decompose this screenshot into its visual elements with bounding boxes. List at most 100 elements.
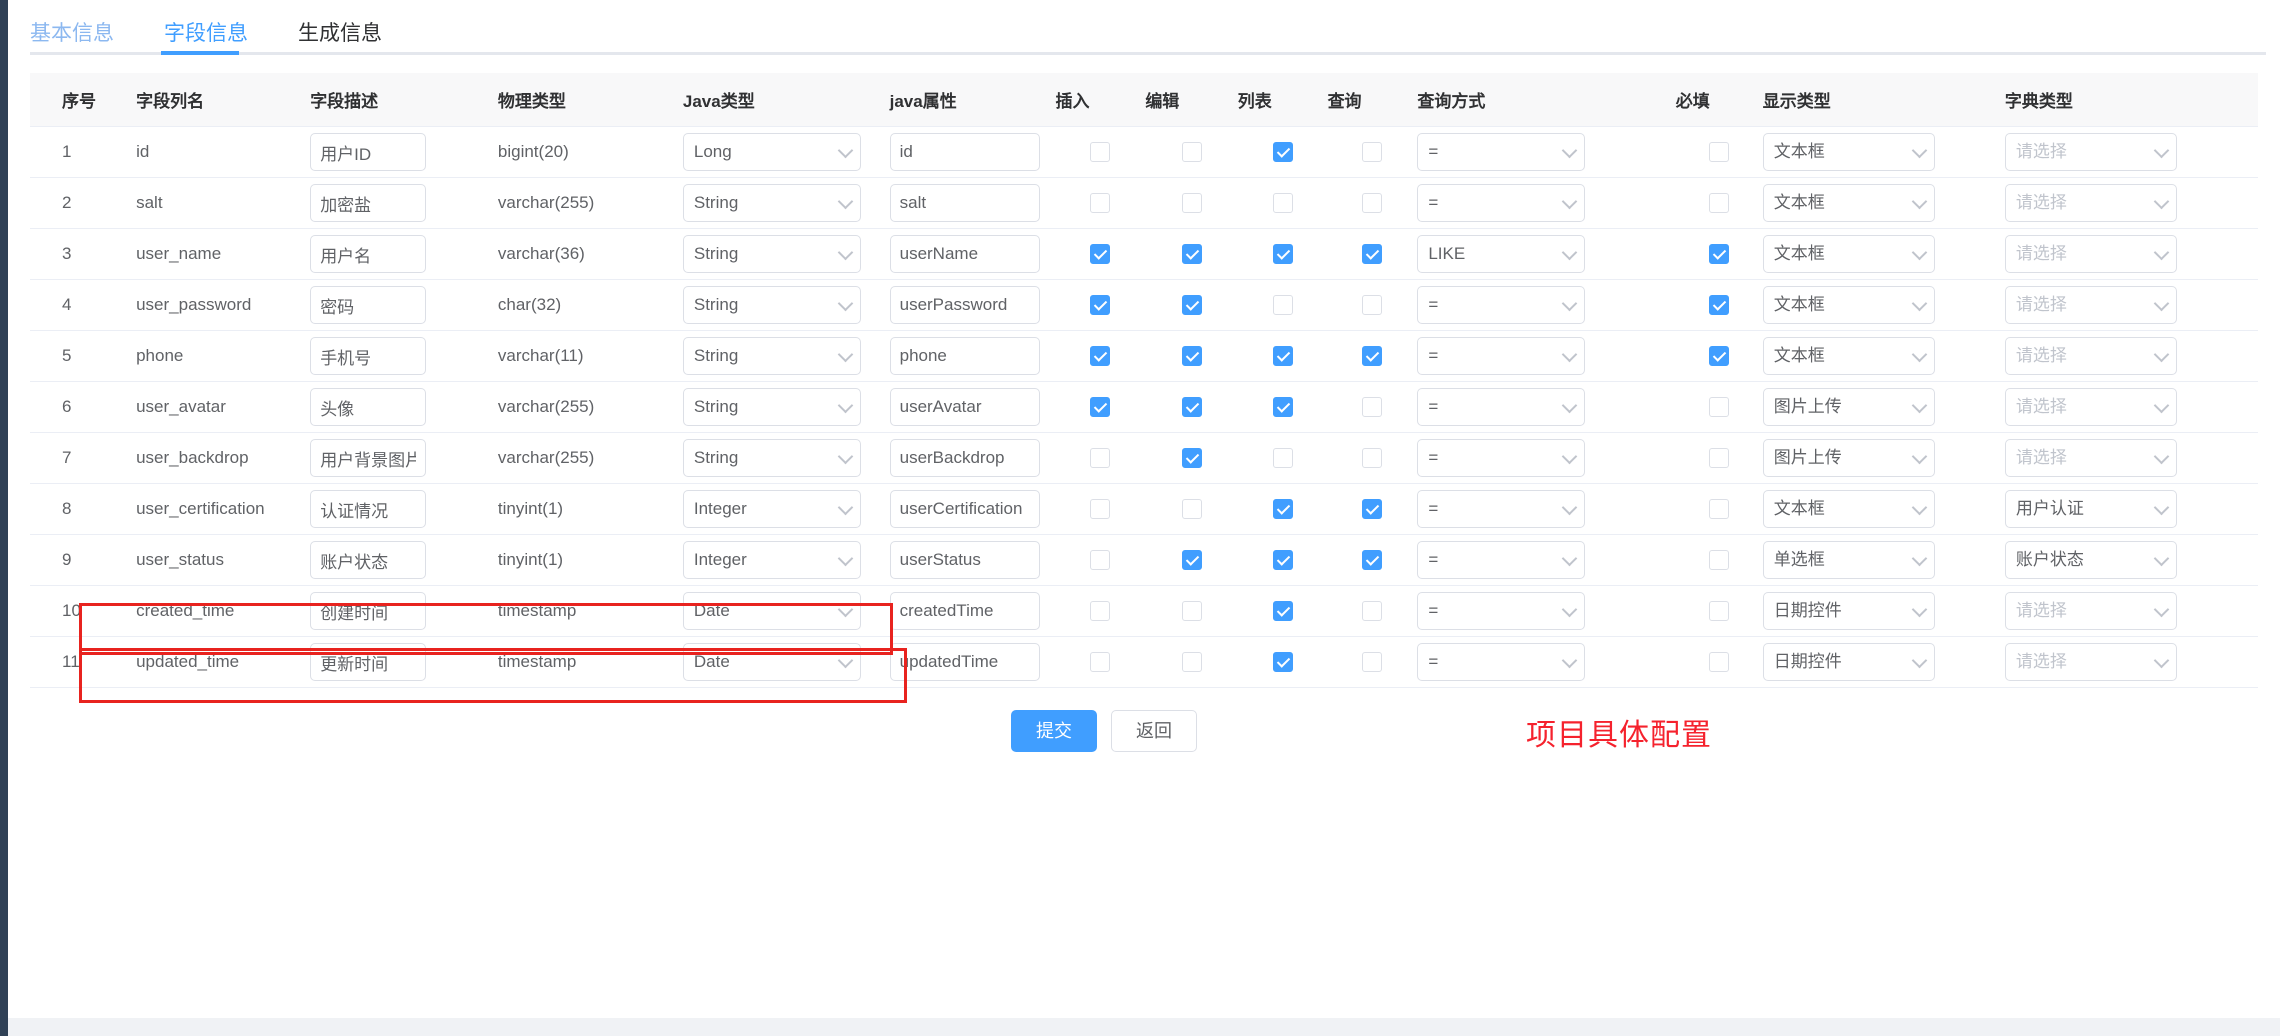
row-dict-type-select[interactable]: 账户状态 xyxy=(2004,541,2177,579)
row-query-mode-select[interactable]: LIKE xyxy=(1417,235,1586,273)
row-java-property-input[interactable] xyxy=(889,592,1040,630)
row-java-property-input[interactable] xyxy=(889,541,1040,579)
tab-generate-info[interactable]: 生成信息 xyxy=(298,14,404,54)
row-description-input[interactable] xyxy=(310,643,427,681)
row-display-type-select[interactable]: 图片上传 xyxy=(1762,388,1935,426)
row-query-mode-select[interactable]: = xyxy=(1417,643,1586,681)
row-java-property-input[interactable] xyxy=(889,643,1040,681)
row-dict-type-select[interactable]: 请选择 xyxy=(2004,643,2177,681)
row-display-type-select[interactable]: 图片上传 xyxy=(1762,439,1935,477)
row-insert-checkbox[interactable] xyxy=(1090,397,1111,418)
row-query-mode-select[interactable]: = xyxy=(1417,184,1586,222)
row-edit-checkbox[interactable] xyxy=(1181,142,1202,163)
row-list-checkbox[interactable] xyxy=(1272,397,1293,418)
row-display-type-select[interactable]: 单选框 xyxy=(1762,541,1935,579)
row-query-mode-select[interactable]: = xyxy=(1417,541,1586,579)
row-edit-checkbox[interactable] xyxy=(1181,397,1202,418)
row-description-input[interactable] xyxy=(310,592,427,630)
row-required-checkbox[interactable] xyxy=(1709,346,1730,367)
row-list-checkbox[interactable] xyxy=(1272,142,1293,163)
row-java-type-select[interactable]: String xyxy=(682,184,861,222)
row-edit-checkbox[interactable] xyxy=(1181,601,1202,622)
row-list-checkbox[interactable] xyxy=(1272,550,1293,571)
row-java-property-input[interactable] xyxy=(889,133,1040,171)
row-dict-type-select[interactable]: 请选择 xyxy=(2004,592,2177,630)
row-list-checkbox[interactable] xyxy=(1272,244,1293,265)
row-list-checkbox[interactable] xyxy=(1272,193,1293,214)
row-description-input[interactable] xyxy=(310,235,427,273)
row-required-checkbox[interactable] xyxy=(1709,448,1730,469)
row-java-property-input[interactable] xyxy=(889,337,1040,375)
row-query-checkbox[interactable] xyxy=(1362,397,1383,418)
row-query-mode-select[interactable]: = xyxy=(1417,133,1586,171)
row-java-type-select[interactable]: String xyxy=(682,235,861,273)
row-query-mode-select[interactable]: = xyxy=(1417,490,1586,528)
row-required-checkbox[interactable] xyxy=(1709,244,1730,265)
row-description-input[interactable] xyxy=(310,388,427,426)
row-java-property-input[interactable] xyxy=(889,490,1040,528)
row-insert-checkbox[interactable] xyxy=(1090,652,1111,673)
row-insert-checkbox[interactable] xyxy=(1090,601,1111,622)
row-display-type-select[interactable]: 文本框 xyxy=(1762,235,1935,273)
row-dict-type-select[interactable]: 请选择 xyxy=(2004,286,2177,324)
row-description-input[interactable] xyxy=(310,439,427,477)
row-java-property-input[interactable] xyxy=(889,184,1040,222)
row-query-mode-select[interactable]: = xyxy=(1417,286,1586,324)
row-display-type-select[interactable]: 日期控件 xyxy=(1762,592,1935,630)
row-insert-checkbox[interactable] xyxy=(1090,499,1111,520)
row-insert-checkbox[interactable] xyxy=(1090,295,1111,316)
row-query-checkbox[interactable] xyxy=(1362,601,1383,622)
row-query-checkbox[interactable] xyxy=(1362,550,1383,571)
row-java-property-input[interactable] xyxy=(889,235,1040,273)
row-dict-type-select[interactable]: 请选择 xyxy=(2004,133,2177,171)
row-description-input[interactable] xyxy=(310,490,427,528)
row-edit-checkbox[interactable] xyxy=(1181,244,1202,265)
row-description-input[interactable] xyxy=(310,337,427,375)
row-java-type-select[interactable]: Date xyxy=(682,592,861,630)
row-display-type-select[interactable]: 日期控件 xyxy=(1762,643,1935,681)
row-java-type-select[interactable]: String xyxy=(682,286,861,324)
row-insert-checkbox[interactable] xyxy=(1090,550,1111,571)
row-query-checkbox[interactable] xyxy=(1362,244,1383,265)
row-edit-checkbox[interactable] xyxy=(1181,193,1202,214)
row-edit-checkbox[interactable] xyxy=(1181,295,1202,316)
row-insert-checkbox[interactable] xyxy=(1090,142,1111,163)
row-description-input[interactable] xyxy=(310,286,427,324)
row-dict-type-select[interactable]: 请选择 xyxy=(2004,337,2177,375)
row-edit-checkbox[interactable] xyxy=(1181,448,1202,469)
row-dict-type-select[interactable]: 请选择 xyxy=(2004,439,2177,477)
row-insert-checkbox[interactable] xyxy=(1090,244,1111,265)
tab-field-info[interactable]: 字段信息 xyxy=(164,14,270,54)
row-list-checkbox[interactable] xyxy=(1272,499,1293,520)
row-description-input[interactable] xyxy=(310,133,427,171)
row-list-checkbox[interactable] xyxy=(1272,295,1293,316)
row-insert-checkbox[interactable] xyxy=(1090,448,1111,469)
row-description-input[interactable] xyxy=(310,541,427,579)
row-required-checkbox[interactable] xyxy=(1709,193,1730,214)
row-java-type-select[interactable]: Integer xyxy=(682,490,861,528)
row-dict-type-select[interactable]: 用户认证 xyxy=(2004,490,2177,528)
row-query-checkbox[interactable] xyxy=(1362,142,1383,163)
row-required-checkbox[interactable] xyxy=(1709,652,1730,673)
row-display-type-select[interactable]: 文本框 xyxy=(1762,133,1935,171)
row-java-type-select[interactable]: String xyxy=(682,439,861,477)
field-table-container[interactable]: 序号 字段列名 字段描述 物理类型 Java类型 java属性 插入 编辑 列表… xyxy=(8,73,2280,688)
row-query-checkbox[interactable] xyxy=(1362,193,1383,214)
row-edit-checkbox[interactable] xyxy=(1181,652,1202,673)
row-display-type-select[interactable]: 文本框 xyxy=(1762,490,1935,528)
submit-button[interactable]: 提交 xyxy=(1011,710,1097,752)
row-description-input[interactable] xyxy=(310,184,427,222)
row-query-checkbox[interactable] xyxy=(1362,499,1383,520)
row-list-checkbox[interactable] xyxy=(1272,346,1293,367)
row-required-checkbox[interactable] xyxy=(1709,499,1730,520)
row-java-type-select[interactable]: String xyxy=(682,388,861,426)
row-query-checkbox[interactable] xyxy=(1362,295,1383,316)
tab-basic-info[interactable]: 基本信息 xyxy=(30,14,136,54)
row-list-checkbox[interactable] xyxy=(1272,652,1293,673)
row-required-checkbox[interactable] xyxy=(1709,295,1730,316)
row-query-mode-select[interactable]: = xyxy=(1417,388,1586,426)
row-display-type-select[interactable]: 文本框 xyxy=(1762,184,1935,222)
row-required-checkbox[interactable] xyxy=(1709,397,1730,418)
row-query-checkbox[interactable] xyxy=(1362,448,1383,469)
row-display-type-select[interactable]: 文本框 xyxy=(1762,286,1935,324)
